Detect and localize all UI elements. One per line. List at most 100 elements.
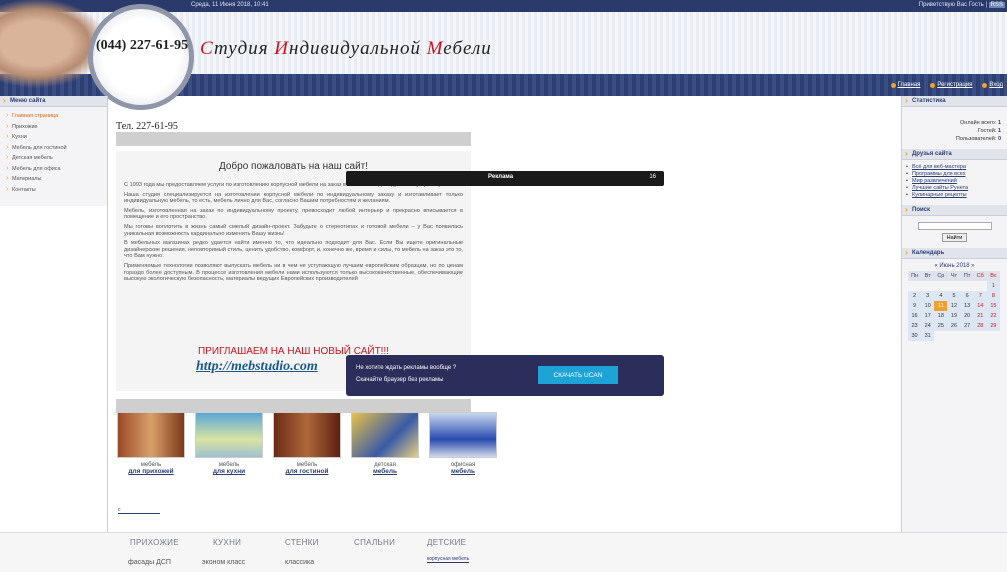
nav-register[interactable]: Регистрация (930, 82, 972, 88)
footer-tiny-link[interactable]: корпусная мебель (427, 556, 470, 563)
nav-login[interactable]: Вход (982, 82, 1003, 88)
calendar-day (934, 281, 947, 291)
friend-link[interactable]: Кулинарные рецепты (906, 192, 1003, 199)
search-input[interactable] (917, 222, 992, 230)
living-image[interactable] (273, 412, 341, 458)
hallway-image[interactable] (117, 412, 185, 458)
menu-item-office[interactable]: Мебель для офиса (4, 164, 103, 175)
calendar-day[interactable]: 9 (908, 301, 922, 311)
menu-item-contacts[interactable]: Контакты (4, 185, 103, 196)
calendar-day[interactable]: 18 (934, 311, 948, 321)
small-link[interactable]: с (118, 507, 160, 514)
paragraph: Наша студия специализируется на изготовл… (124, 191, 463, 205)
thumb-kids[interactable]: детская мебель (350, 412, 420, 475)
footer-cat[interactable]: СПАЛЬНИ (354, 538, 395, 547)
calendar-day[interactable]: 16 (908, 311, 922, 321)
calendar-day[interactable]: 28 (973, 321, 987, 331)
calendar-day[interactable]: 10 (921, 301, 935, 311)
thumb-link[interactable]: для кухни (194, 468, 264, 475)
friend-link[interactable]: Мир развлечений (906, 178, 1003, 185)
calendar-day[interactable]: 3 (921, 291, 935, 301)
thumb-hallway[interactable]: мебель для прихожей (116, 412, 186, 475)
calendar-day[interactable]: 17 (921, 311, 935, 321)
calendar-day[interactable]: 24 (921, 321, 935, 331)
calendar-day[interactable]: 6 (960, 291, 974, 301)
ad-line-1: Не хотите ждать рекламы вообще ? (356, 365, 457, 371)
footer-sub[interactable]: эконом класс (202, 559, 245, 566)
ad-label: Реклама (488, 174, 514, 180)
thumb-link[interactable]: мебель (350, 468, 420, 475)
thumb-living[interactable]: мебель для гостиной (272, 412, 342, 475)
calendar-day[interactable]: 2 (908, 291, 922, 301)
friend-link[interactable]: Лучшие сайты Рунета (906, 185, 1003, 192)
kids-image[interactable] (351, 412, 419, 458)
nav-home[interactable]: Главная (890, 82, 920, 88)
calendar-day (934, 331, 947, 341)
calendar-day[interactable]: 5 (947, 291, 961, 301)
rss-link[interactable]: RSS (988, 2, 1005, 8)
calendar-day[interactable]: 29 (986, 321, 1000, 331)
calendar-day[interactable]: 23 (908, 321, 922, 331)
calendar-day[interactable]: 20 (960, 311, 974, 321)
search-button[interactable]: Найти (941, 233, 968, 242)
stat-value: 1 (997, 120, 1001, 126)
thumb-link[interactable]: для прихожей (116, 468, 186, 475)
footer-cat[interactable]: КУХНИ (213, 538, 241, 547)
menu-item-living[interactable]: Мебель для гостиной (4, 143, 103, 154)
header-phone: (044) 227-61-95 (96, 38, 189, 53)
thumb-link[interactable]: для гостиной (272, 468, 342, 475)
friend-link[interactable]: Программы для всех (906, 171, 1003, 178)
calendar-day[interactable]: 22 (986, 311, 1000, 321)
calendar-day[interactable]: 13 (960, 301, 974, 311)
kitchen-image[interactable] (195, 412, 263, 458)
calendar-day[interactable]: 30 (908, 331, 922, 341)
stat-guests: Гостей: 1 (908, 127, 1001, 135)
thumb-office[interactable]: офисная мебель (428, 412, 498, 475)
calendar-day[interactable]: 26 (947, 321, 961, 331)
weekday-header: Вс (986, 271, 1000, 281)
calendar-day[interactable]: 14 (973, 301, 987, 311)
main-phone: Тел. 227-61-95 (116, 121, 178, 132)
calendar-day (961, 281, 974, 291)
download-browser-button[interactable]: СКАЧАТЬ UCAN (538, 366, 618, 384)
calendar-day[interactable]: 11 (934, 301, 948, 311)
thumb-kitchen[interactable]: мебель для кухни (194, 412, 264, 475)
menu-item-hallway[interactable]: Прихожие (4, 122, 103, 133)
footer-sub[interactable]: классика (285, 559, 314, 566)
calendar-day[interactable]: 19 (947, 311, 961, 321)
calendar-day (987, 331, 1000, 341)
friend-link[interactable]: Всё для веб-мастера (906, 164, 1003, 171)
calendar-day[interactable]: 27 (960, 321, 974, 331)
weekday-header: Пн (908, 271, 922, 281)
calendar-day[interactable]: 4 (934, 291, 948, 301)
calendar-heading: Календарь (902, 248, 1007, 259)
thumb-link[interactable]: мебель (428, 468, 498, 475)
calendar-day[interactable]: 7 (973, 291, 987, 301)
footer-cat[interactable]: ПРИХОЖИЕ (130, 538, 179, 547)
calendar-day (947, 281, 960, 291)
calendar-day[interactable]: 15 (986, 301, 1000, 311)
calendar-day[interactable]: 8 (986, 291, 1000, 301)
stat-users: Пользователей: 0 (908, 135, 1001, 143)
search-box: Найти (902, 216, 1007, 248)
title-cap-2: И (274, 38, 290, 59)
office-image[interactable] (429, 412, 497, 458)
grey-divider (116, 132, 471, 146)
footer-cat[interactable]: СТЕНКИ (285, 538, 319, 547)
menu-item-kitchen[interactable]: Кухни (4, 132, 103, 143)
calendar-day[interactable]: 1 (986, 281, 1000, 291)
calendar-day[interactable]: 31 (921, 331, 935, 341)
right-sidebar: Статистика Онлайн всего: 1 Гостей: 1 Пол… (902, 96, 1007, 532)
ad-bar[interactable]: Реклама 16 (346, 171, 664, 186)
site-title[interactable]: Студия Индивидуальной Мебели (200, 38, 492, 60)
footer-cat[interactable]: ДЕТСКИЕ (427, 538, 466, 547)
calendar-day[interactable]: 21 (973, 311, 987, 321)
menu-item-kids[interactable]: Детская мебель (4, 153, 103, 164)
menu-item-home[interactable]: Главная страница (4, 111, 103, 122)
calendar-day[interactable]: 12 (947, 301, 961, 311)
menu-item-materials[interactable]: Материалы (4, 174, 103, 185)
new-site-link[interactable]: http://mebstudio.com (196, 359, 318, 375)
calendar-month[interactable]: « Июнь 2018 » (908, 263, 1001, 269)
calendar-day[interactable]: 25 (934, 321, 948, 331)
footer-sub[interactable]: фасады ДСП (128, 559, 171, 566)
